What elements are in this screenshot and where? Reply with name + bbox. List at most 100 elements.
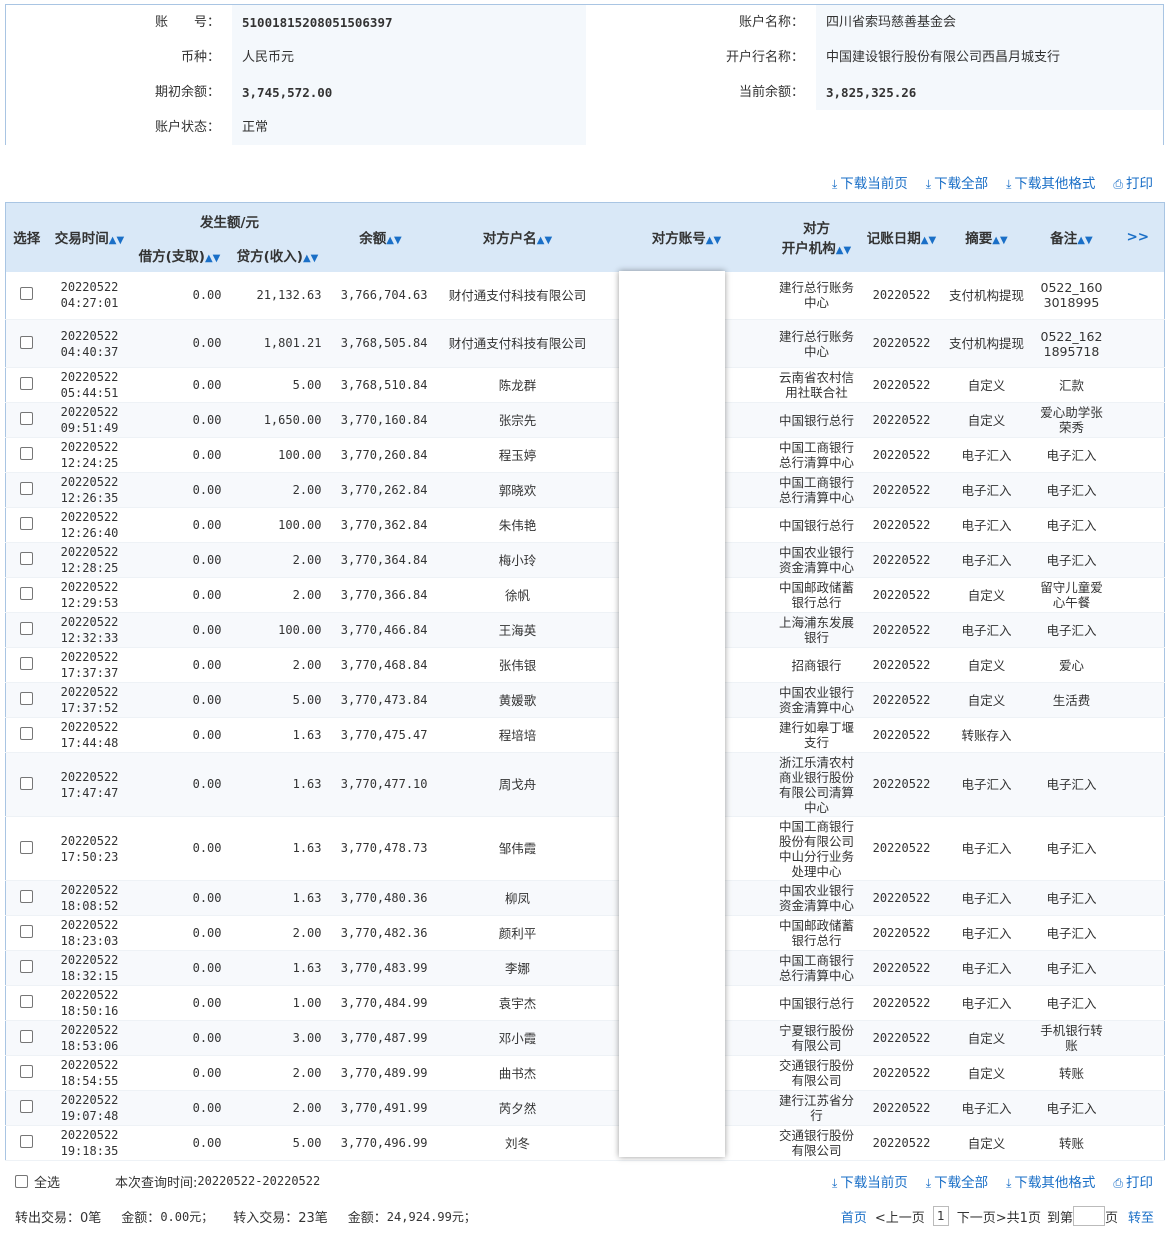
table-row[interactable]: 20220522 09:51:49 0.00 1,650.00 3,770,160.84… — [5, 402, 1165, 438]
sort-icon[interactable]: ▲▼ — [109, 235, 124, 246]
row-checkbox[interactable] — [5, 1055, 48, 1091]
prev-page-link[interactable]: <上一页 — [875, 1207, 925, 1226]
print-button[interactable]: ⎙ 打印 — [1113, 1171, 1153, 1191]
table-row[interactable]: 20220522 04:27:01 0.00 21,132.63 3,766,704.6… — [5, 271, 1165, 320]
row-checkbox[interactable] — [5, 437, 48, 473]
row-checkbox[interactable] — [5, 507, 48, 543]
sort-icon[interactable]: ▲▼ — [921, 235, 936, 246]
row-checkbox[interactable] — [5, 612, 48, 648]
select-all-checkbox[interactable] — [15, 1174, 28, 1188]
col-debit[interactable]: 借方(支取)▲▼ — [131, 238, 228, 272]
col-date[interactable]: 记账日期▲▼ — [861, 202, 942, 272]
row-checkbox[interactable] — [5, 682, 48, 718]
col-cp-name[interactable]: 对方户名▲▼ — [433, 202, 602, 272]
col-time[interactable]: 交易时间▲▼ — [47, 202, 132, 272]
row-checkbox[interactable] — [5, 647, 48, 683]
row-checkbox[interactable] — [5, 319, 48, 368]
row-checkbox[interactable] — [5, 402, 48, 438]
row-checkbox[interactable] — [5, 577, 48, 613]
col-cp-org[interactable]: 对方 开户机构▲▼ — [771, 202, 862, 272]
table-row[interactable]: 20220522 12:32:33 0.00 100.00 3,770,466.84 王海… — [5, 612, 1165, 648]
row-checkbox-box[interactable] — [20, 727, 34, 740]
sort-icon[interactable]: ▲▼ — [836, 245, 851, 256]
first-page-link[interactable]: 首页 — [841, 1207, 867, 1226]
row-checkbox-box[interactable] — [20, 1135, 34, 1148]
col-balance[interactable]: 余额▲▼ — [327, 202, 434, 272]
row-checkbox-box[interactable] — [20, 925, 34, 938]
row-checkbox[interactable] — [5, 985, 48, 1021]
table-row[interactable]: 2022052219:07:480.002.003,770,491.99芮夕然6… — [5, 1090, 1165, 1126]
row-checkbox[interactable] — [5, 816, 48, 881]
next-page-link[interactable]: 下一页> — [957, 1207, 1007, 1226]
row-checkbox[interactable] — [5, 717, 48, 753]
sort-icon[interactable]: ▲▼ — [205, 253, 220, 264]
table-row[interactable]: 2022052218:53:060.003.003,770,487.99邓小霞6… — [5, 1020, 1165, 1056]
table-row[interactable]: 2022052218:32:150.001.633,770,483.99李娜62… — [5, 950, 1165, 986]
row-checkbox[interactable] — [5, 1020, 48, 1056]
row-checkbox-box[interactable] — [20, 335, 34, 349]
sort-icon[interactable]: ▲▼ — [386, 235, 401, 246]
download-all-button[interactable]: ⤓ 下载全部 — [926, 172, 988, 192]
table-row[interactable]: 20220522 04:40:37 0.00 1,801.21 3,768,505.84… — [5, 319, 1165, 368]
row-checkbox[interactable] — [5, 880, 48, 916]
col-cp-acct[interactable]: 对方账号▲▼ — [601, 202, 772, 272]
row-checkbox-box[interactable] — [20, 1030, 34, 1043]
table-row[interactable]: 2022052205:44:510.005.003,768,510.84陈龙群6… — [5, 367, 1165, 403]
download-all-button[interactable]: ⤓ 下载全部 — [926, 1171, 988, 1191]
row-checkbox-box[interactable] — [20, 447, 34, 460]
row-checkbox-box[interactable] — [20, 840, 34, 854]
table-row[interactable]: 20220522 12:26:40 0.00 100.00 3,770,362.84 朱伟… — [5, 507, 1165, 543]
row-checkbox[interactable] — [5, 752, 48, 817]
row-checkbox[interactable] — [5, 1090, 48, 1126]
table-row[interactable]: 20220522 12:24:25 0.00 100.00 3,770,260.84 程玉… — [5, 437, 1165, 473]
row-checkbox-box[interactable] — [20, 960, 34, 973]
row-checkbox-box[interactable] — [20, 776, 34, 790]
row-checkbox-box[interactable] — [20, 692, 34, 705]
row-checkbox-box[interactable] — [20, 377, 34, 390]
goto-button[interactable]: 转至 — [1128, 1207, 1154, 1226]
row-checkbox-box[interactable] — [20, 995, 34, 1008]
table-row[interactable]: 2022052212:29:530.002.003,770,366.84徐帆62… — [5, 577, 1165, 613]
sort-icon[interactable]: ▲▼ — [537, 235, 552, 246]
row-checkbox[interactable] — [5, 271, 48, 320]
download-page-button[interactable]: ⤓ 下载当前页 — [832, 172, 908, 192]
row-checkbox[interactable] — [5, 367, 48, 403]
row-checkbox-box[interactable] — [20, 657, 34, 670]
sort-icon[interactable]: ▲▼ — [1077, 235, 1092, 246]
table-row[interactable]: 2022052217:47:470.001.633,770,477.10周戈舟6… — [5, 752, 1165, 817]
table-row[interactable]: 2022052218:50:160.001.003,770,484.99袁宇杰6… — [5, 985, 1165, 1021]
row-checkbox-box[interactable] — [20, 1065, 34, 1078]
goto-page-input[interactable] — [1072, 1206, 1105, 1226]
download-other-button[interactable]: ⤓ 下载其他格式 — [1006, 1171, 1095, 1191]
col-credit[interactable]: 贷方(收入)▲▼ — [227, 238, 328, 272]
table-row[interactable]: 2022052217:50:230.001.633,770,478.73邹伟霞6… — [5, 816, 1165, 881]
table-row[interactable]: 2022052212:26:350.002.003,770,262.84郭晓欢6… — [5, 472, 1165, 508]
download-page-button[interactable]: ⤓ 下载当前页 — [832, 1171, 908, 1191]
more-columns-button[interactable]: >> — [1111, 202, 1165, 272]
row-checkbox[interactable] — [5, 472, 48, 508]
col-remark[interactable]: 备注▲▼ — [1031, 202, 1112, 272]
row-checkbox-box[interactable] — [20, 412, 34, 425]
table-row[interactable]: 2022052212:28:250.002.003,770,364.84梅小玲6… — [5, 542, 1165, 578]
row-checkbox-box[interactable] — [20, 482, 34, 495]
table-row[interactable]: 2022052219:18:350.005.003,770,496.99刘冬62… — [5, 1125, 1165, 1161]
row-checkbox-box[interactable] — [20, 517, 34, 530]
row-checkbox[interactable] — [5, 915, 48, 951]
row-checkbox-box[interactable] — [20, 587, 34, 600]
row-checkbox-box[interactable] — [20, 1100, 34, 1113]
row-checkbox-box[interactable] — [20, 890, 34, 903]
row-checkbox[interactable] — [5, 950, 48, 986]
row-checkbox[interactable] — [5, 1125, 48, 1161]
table-row[interactable]: 2022052218:23:030.002.003,770,482.36颜利平6… — [5, 915, 1165, 951]
row-checkbox-box[interactable] — [20, 622, 34, 635]
row-checkbox[interactable] — [5, 542, 48, 578]
col-summary[interactable]: 摘要▲▼ — [941, 202, 1032, 272]
sort-icon[interactable]: ▲▼ — [992, 235, 1007, 246]
download-other-button[interactable]: ⤓ 下载其他格式 — [1006, 172, 1095, 192]
print-button[interactable]: ⎙ 打印 — [1113, 172, 1153, 192]
row-checkbox-box[interactable] — [20, 287, 34, 301]
table-row[interactable]: 2022052218:08:520.001.633,770,480.36柳凤62… — [5, 880, 1165, 916]
sort-icon[interactable]: ▲▼ — [706, 235, 721, 246]
current-page[interactable]: 1 — [932, 1206, 949, 1226]
table-row[interactable]: 2022052217:37:370.002.003,770,468.84张伟银6… — [5, 647, 1165, 683]
